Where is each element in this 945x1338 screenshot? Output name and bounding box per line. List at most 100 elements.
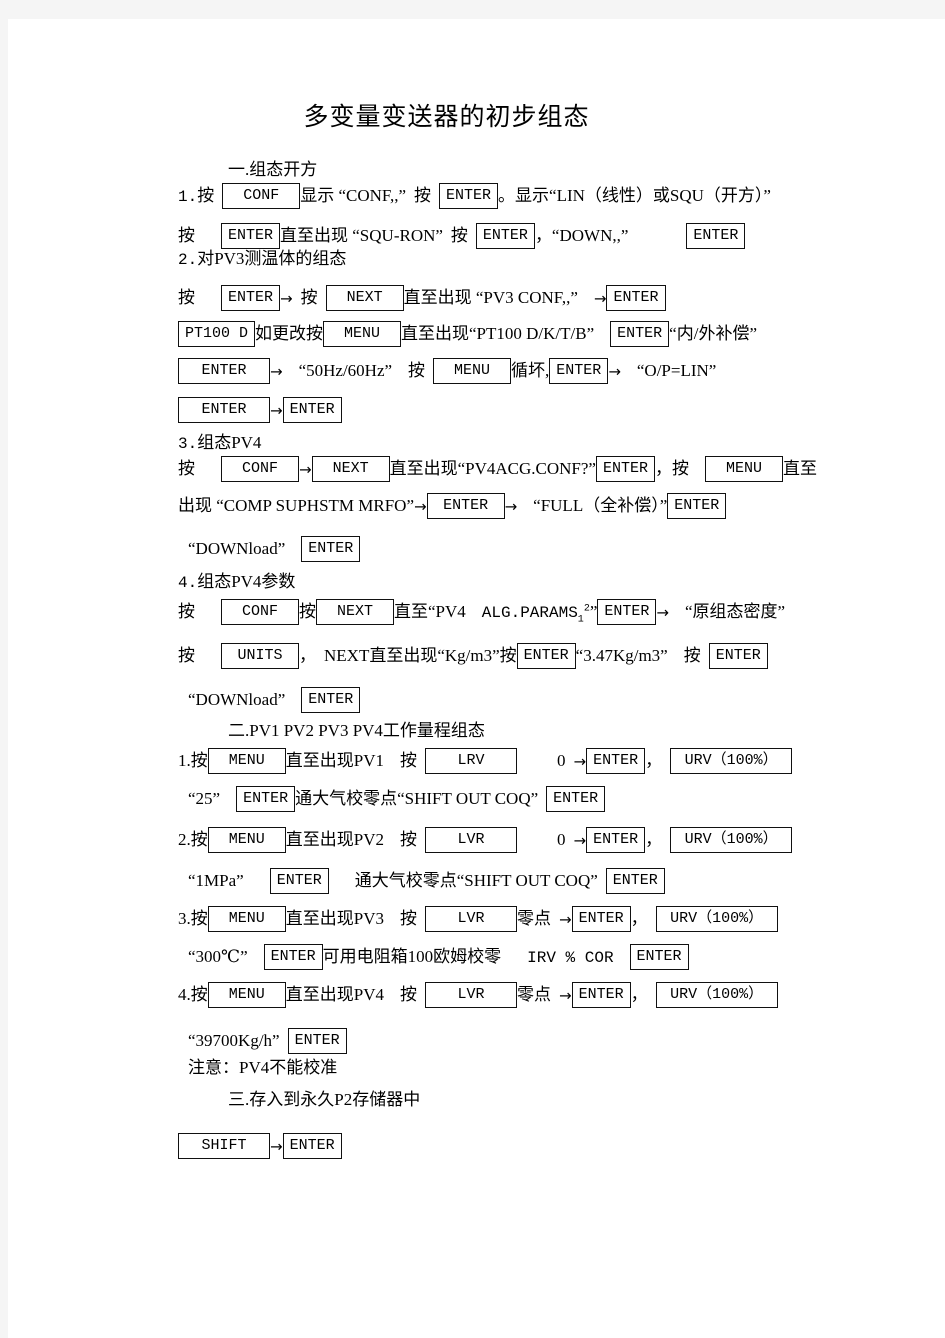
key-enter[interactable]: ENTER <box>549 358 609 384</box>
key-enter[interactable]: ENTER <box>667 493 727 519</box>
step-3-save: SHIFT → ENTER <box>178 1133 342 1160</box>
key-next[interactable]: NEXT <box>311 456 390 482</box>
key-urv-100[interactable]: URV（100%） <box>655 906 778 932</box>
key-urv-100[interactable]: URV（100%） <box>655 982 778 1008</box>
key-enter[interactable]: ENTER <box>282 397 342 423</box>
step-number: 2. <box>178 251 198 269</box>
text: 按 <box>178 645 195 665</box>
text: 按 <box>450 225 468 245</box>
text: 组态PV4参数 <box>197 572 296 591</box>
step-2-line-1: 按 ENTER → 按 NEXT 直至出现 “PV3 CONF,,” → ENTER <box>178 285 666 312</box>
key-enter[interactable]: ENTER <box>586 827 646 853</box>
key-enter[interactable]: ENTER <box>605 868 665 894</box>
key-enter[interactable]: ENTER <box>708 643 768 669</box>
key-enter[interactable]: ENTER <box>571 906 631 932</box>
text: ，“DOWN,,” <box>534 225 629 245</box>
key-lvr[interactable]: LVR <box>424 906 517 932</box>
text: 零点 <box>516 908 551 928</box>
key-menu[interactable]: MENU <box>207 827 286 853</box>
text: 0 <box>556 750 566 770</box>
key-enter[interactable]: ENTER <box>546 786 606 812</box>
text: 按 <box>197 185 215 205</box>
key-enter[interactable]: ENTER <box>269 868 329 894</box>
text: ， <box>645 750 663 770</box>
key-enter[interactable]: ENTER <box>301 687 361 713</box>
step-2-1-line-2: “25” ENTER 通大气校零点“SHIFT OUT COQ” ENTER <box>188 786 606 813</box>
text: 直至出现PV1 <box>285 750 384 770</box>
text: 4.按 <box>178 984 208 1004</box>
text: “1MPa” <box>188 870 244 890</box>
key-enter[interactable]: ENTER <box>686 223 746 249</box>
key-menu[interactable]: MENU <box>207 748 286 774</box>
arrow-right-icon: → <box>573 752 587 771</box>
text: 按 <box>299 601 316 621</box>
arrow-right-icon: → <box>504 497 518 516</box>
key-enter[interactable]: ENTER <box>629 944 689 970</box>
text: 2.按 <box>178 829 208 849</box>
step-1-2: 按 ENTER 直至出现 “SQU-RON” 按 ENTER ，“DOWN,,” ENTER <box>178 223 746 250</box>
key-next[interactable]: NEXT <box>316 599 394 625</box>
key-enter[interactable]: ENTER <box>610 321 670 347</box>
step-2-2-line-2: “1MPa” ENTER 通大气校零点“SHIFT OUT COQ” ENTER <box>188 868 665 895</box>
arrow-right-icon: → <box>270 1137 283 1156</box>
key-lvr[interactable]: LVR <box>424 982 517 1008</box>
key-enter[interactable]: ENTER <box>475 223 535 249</box>
key-enter[interactable]: ENTER <box>439 183 499 209</box>
key-enter[interactable]: ENTER <box>287 1028 347 1054</box>
text: 按 <box>399 750 417 770</box>
key-conf[interactable]: CONF <box>221 599 299 625</box>
step-1-3-label: 2.对PV3测温体的组态 <box>178 250 346 268</box>
text: NEXT直至出现“Kg/m3”按 <box>324 645 517 665</box>
key-enter[interactable]: ENTER <box>586 748 646 774</box>
key-enter[interactable]: ENTER <box>301 536 361 562</box>
key-enter[interactable]: ENTER <box>178 358 270 384</box>
text: “DOWNload” <box>188 538 286 558</box>
text: 出现 “COMP SUPHSTM MRFO” <box>178 495 414 515</box>
step-3-line-1: 按 CONF → NEXT 直至出现“PV4ACG.CONF?” ENTER ，按 MENU 直… <box>178 456 817 483</box>
key-shift[interactable]: SHIFT <box>178 1133 270 1159</box>
text: ， <box>645 829 663 849</box>
key-conf[interactable]: CONF <box>221 456 299 482</box>
key-enter[interactable]: ENTER <box>236 786 296 812</box>
key-menu[interactable]: MENU <box>323 321 402 347</box>
key-units[interactable]: UNITS <box>221 643 299 669</box>
step-2-line-3: ENTER → “50Hz/60Hz” 按 MENU 循坏, ENTER → “O/P=LIN” <box>178 358 716 385</box>
key-enter[interactable]: ENTER <box>263 944 323 970</box>
text: 直至“PV4 <box>394 601 466 621</box>
arrow-right-icon: → <box>558 910 572 929</box>
key-conf[interactable]: CONF <box>222 183 301 209</box>
text: 直至出现PV2 <box>285 829 384 849</box>
key-menu[interactable]: MENU <box>704 456 783 482</box>
text: ALG.PARAMS <box>481 603 578 622</box>
text: 按 <box>399 829 417 849</box>
key-enter[interactable]: ENTER <box>221 223 281 249</box>
key-lvr[interactable]: LVR <box>424 827 517 853</box>
key-lrv[interactable]: LRV <box>424 748 517 774</box>
key-enter[interactable]: ENTER <box>597 599 657 625</box>
key-menu[interactable]: MENU <box>207 982 286 1008</box>
key-enter[interactable]: ENTER <box>516 643 576 669</box>
step-4-line-3: “DOWNload” ENTER <box>188 687 361 714</box>
arrow-right-icon: → <box>656 603 669 622</box>
key-menu[interactable]: MENU <box>207 906 286 932</box>
section-heading-2: 二.PV1 PV2 PV3 PV4工作量程组态 <box>228 721 485 740</box>
key-pt100d[interactable]: PT100 D <box>178 321 256 347</box>
text: 组态PV4 <box>197 433 262 452</box>
key-next[interactable]: NEXT <box>325 285 404 311</box>
key-enter[interactable]: ENTER <box>606 285 666 311</box>
key-enter[interactable]: ENTER <box>571 982 631 1008</box>
arrow-right-icon: → <box>608 362 621 381</box>
key-urv-100[interactable]: URV（100%） <box>670 748 793 774</box>
key-enter[interactable]: ENTER <box>221 285 281 311</box>
text: “50Hz/60Hz” <box>298 360 393 380</box>
text: “3.47Kg/m3” <box>575 645 668 665</box>
key-enter[interactable]: ENTER <box>282 1133 342 1159</box>
key-enter[interactable]: ENTER <box>178 397 270 423</box>
key-enter[interactable]: ENTER <box>426 493 505 519</box>
key-urv-100[interactable]: URV（100%） <box>670 827 793 853</box>
step-number: 1. <box>178 187 198 206</box>
text: IRV % COR <box>527 948 614 967</box>
key-enter[interactable]: ENTER <box>595 456 655 482</box>
subscript-1: 1 <box>577 614 584 626</box>
key-menu[interactable]: MENU <box>433 358 512 384</box>
